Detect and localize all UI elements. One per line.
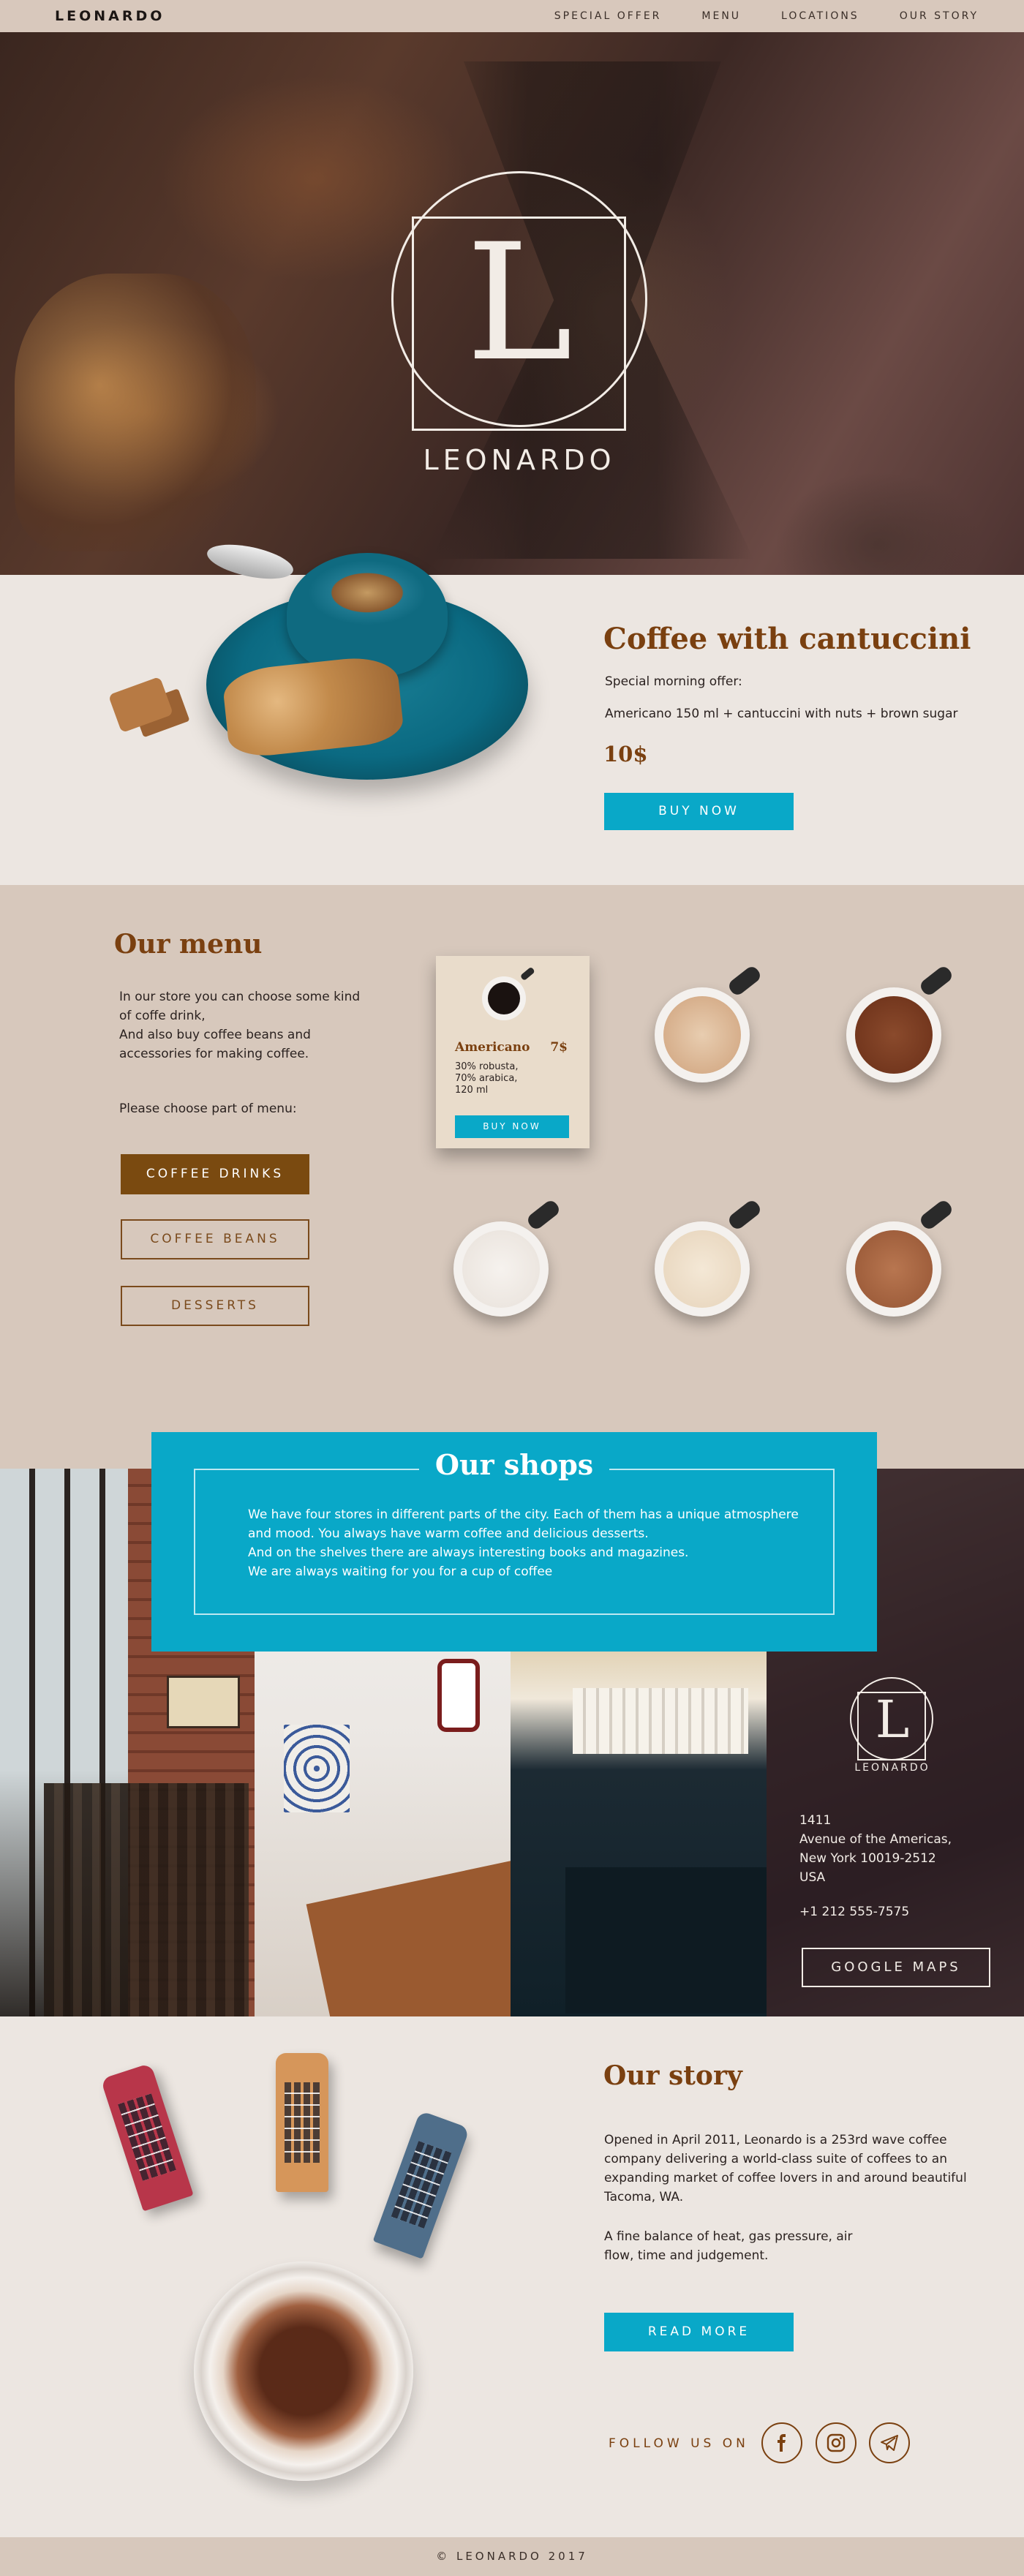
shop-logo: L LEONARDO [848,1677,936,1780]
product-name: Americano [455,1040,530,1055]
product-buy-now-button[interactable]: BUY NOW [455,1115,569,1138]
hero-logo: L LEONARDO [388,171,651,476]
copyright-text: © LEONARDO 2017 [436,2550,588,2563]
offer-description: Americano 150 ml + cantuccini with nuts … [605,707,958,721]
top-nav: LEONARDO SPECIAL OFFER MENU LOCATIONS OU… [0,0,1024,32]
nav-link-locations[interactable]: LOCATIONS [781,10,859,22]
cappuccino-image [194,2261,413,2481]
drink-item-caramel[interactable] [846,1198,956,1317]
shops-description: We have four stores in different parts o… [248,1507,799,1579]
product-price: 7$ [550,1040,568,1055]
shop-phone[interactable]: +1 212 555-7575 [799,1905,909,1919]
house-figurine-blue [372,2110,470,2259]
drink-item-mocha[interactable] [846,964,956,1082]
product-ingredients: 30% robusta, 70% arabica, 120 ml [455,1061,519,1096]
category-coffee-beans-button[interactable]: COFFEE BEANS [121,1219,309,1259]
menu-choose-text: Please choose part of menu: [119,1101,297,1116]
product-card-americano[interactable]: Americano 7$ 30% robusta, 70% arabica, 1… [436,956,590,1148]
hero-banner: L LEONARDO [0,32,1024,575]
footer: © LEONARDO 2017 [0,2537,1024,2576]
nav-link-our-story[interactable]: OUR STORY [900,10,979,22]
our-story-section: Our story Opened in April 2011, Leonardo… [0,2016,1024,2537]
read-more-button[interactable]: READ MORE [604,2313,794,2351]
menu-intro-line-1: In our store you can choose some kind of… [119,990,361,1023]
shops-info-box: Our shops We have four stores in differe… [151,1432,877,1652]
americano-cup-icon [482,968,535,1020]
logo-letter: L [465,209,573,396]
story-title: Our story [603,2060,742,2091]
menu-intro-2: And also buy coffee beans and accessorie… [119,1025,361,1082]
offer-price: 10$ [603,742,648,767]
house-figurine-red [100,2063,194,2212]
nav-link-special-offer[interactable]: SPECIAL OFFER [554,10,662,22]
nav-links: SPECIAL OFFER MENU LOCATIONS OUR STORY [554,10,979,22]
google-maps-button[interactable]: GOOGLE MAPS [802,1948,990,1987]
menu-intro-line-2: And also buy coffee beans and accessorie… [119,1028,311,1061]
follow-us-label: FOLLOW US ON [609,2436,749,2451]
shops-title: Our shops [151,1448,877,1481]
category-desserts-button[interactable]: DESSERTS [121,1286,309,1326]
special-offer-section: Coffee with cantuccini Special morning o… [0,538,1024,885]
nav-link-menu[interactable]: MENU [701,10,741,22]
offer-title: Coffee with cantuccini [603,622,971,656]
offer-subtitle: Special morning offer: [605,674,742,689]
brown-sugar-image [108,676,174,734]
brand-logo-text[interactable]: LEONARDO [55,8,165,24]
menu-section: Our menu In our store you can choose som… [0,885,1024,1469]
category-coffee-drinks-button[interactable]: COFFEE DRINKS [121,1154,309,1194]
coffee-cantuccini-image [204,538,528,794]
instagram-icon[interactable] [816,2422,857,2463]
story-paragraph-2: A fine balance of heat, gas pressure, ai… [604,2229,853,2263]
drink-item-latte[interactable] [655,964,764,1082]
drink-item-cream[interactable] [655,1198,764,1317]
drink-item-milk[interactable] [453,1198,563,1317]
story-paragraph-1: Opened in April 2011, Leonardo is a 253r… [604,2133,967,2204]
shop-address: 1411 Avenue of the Americas, New York 10… [799,1813,952,1885]
facebook-icon[interactable] [761,2422,802,2463]
telegram-icon[interactable] [869,2422,910,2463]
menu-title: Our menu [114,929,263,960]
logo-name: LEONARDO [423,444,616,476]
hero-kettle-image [15,274,256,551]
house-figurine-orange [276,2053,328,2192]
offer-buy-now-button[interactable]: BUY NOW [604,793,794,830]
